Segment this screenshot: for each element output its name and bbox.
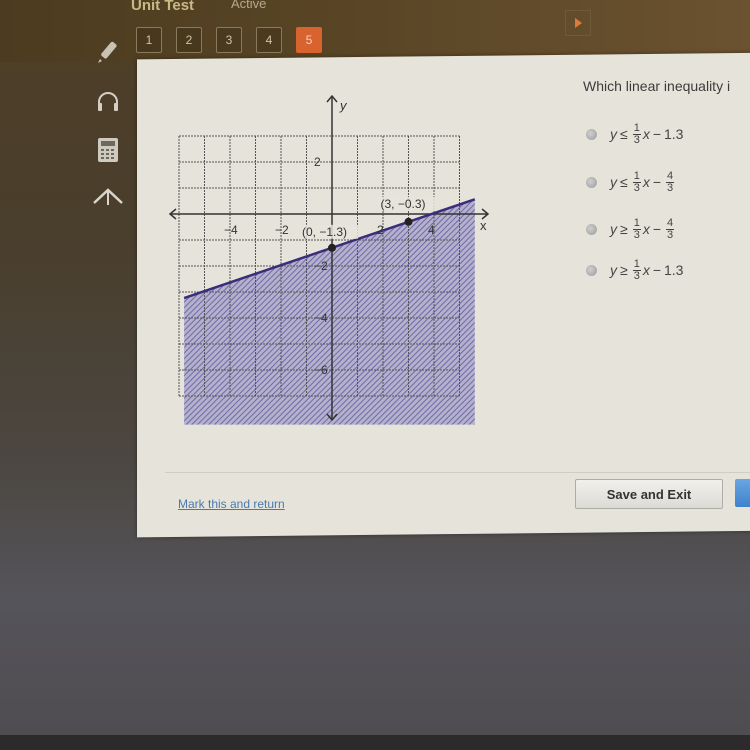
headphones-icon [98, 92, 118, 111]
inequality-graph: x y −4 −2 2 4 2 −2 −4 −6 (0, −1.3) (3, −0.3) [168, 94, 490, 425]
footer-divider [165, 472, 750, 473]
caret-up-icon [93, 188, 123, 205]
save-and-exit-button[interactable]: Save and Exit [575, 479, 723, 509]
calculator-tool[interactable] [84, 130, 132, 170]
answer-option-4[interactable]: y ≥ 13 x −1.3 [586, 252, 683, 288]
calculator-icon [98, 138, 118, 162]
point-label: (0, −1.3) [302, 225, 347, 239]
question-nav: 1 2 3 4 5 [136, 27, 322, 53]
y-tick-label: −6 [314, 363, 328, 377]
pencil-tool[interactable] [84, 32, 132, 72]
test-status: Active [231, 0, 267, 11]
point-label: (3, −0.3) [381, 197, 426, 211]
x-axis-label: x [480, 218, 487, 233]
question-text: Which linear inequality i [583, 78, 731, 94]
mark-and-return-link[interactable]: Mark this and return [178, 497, 285, 511]
question-nav-3[interactable]: 3 [216, 27, 242, 53]
answer-option-2[interactable]: y ≤ 13 x − 43 [586, 164, 676, 200]
x-tick-label: 2 [377, 223, 384, 237]
question-nav-5[interactable]: 5 [296, 27, 322, 53]
answer-option-1[interactable]: y ≤ 13 x −1.3 [586, 116, 683, 152]
option-expression: y ≥ 13 x −1.3 [610, 257, 684, 282]
graph: x y −4 −2 2 4 2 −2 −4 −6 (0, −1.3) (3, −0.3) [160, 88, 500, 438]
radio-button[interactable] [586, 176, 597, 188]
audio-tool[interactable] [84, 82, 132, 122]
x-tick-label: −2 [275, 223, 289, 237]
play-triangle-icon [574, 18, 582, 28]
x-tick-label: 4 [428, 223, 435, 237]
y-tick-label: 2 [314, 155, 321, 169]
option-expression: y ≥ 13 x − 43 [610, 216, 675, 241]
data-point [328, 243, 336, 252]
pencil-icon [98, 41, 117, 63]
radio-button[interactable] [586, 223, 597, 235]
y-axis-label: y [339, 98, 348, 113]
screen-bezel [0, 735, 750, 750]
answer-option-3[interactable]: y ≥ 13 x − 43 [586, 211, 676, 247]
data-point [404, 217, 413, 226]
radio-button[interactable] [586, 128, 597, 140]
test-title: Unit Test [131, 0, 195, 14]
x-tick-label: −4 [224, 223, 238, 237]
question-nav-2[interactable]: 2 [176, 27, 202, 53]
question-nav-1[interactable]: 1 [136, 27, 162, 53]
y-tick-label: −2 [314, 259, 328, 273]
reference-tool[interactable] [84, 176, 132, 216]
option-expression: y ≤ 13 x − 43 [610, 169, 675, 194]
question-nav-4[interactable]: 4 [256, 27, 282, 53]
y-tick-label: −4 [314, 311, 328, 325]
option-expression: y ≤ 13 x −1.3 [610, 121, 684, 146]
next-button[interactable] [735, 479, 750, 507]
next-question-button[interactable] [565, 10, 591, 36]
radio-button[interactable] [586, 264, 597, 276]
